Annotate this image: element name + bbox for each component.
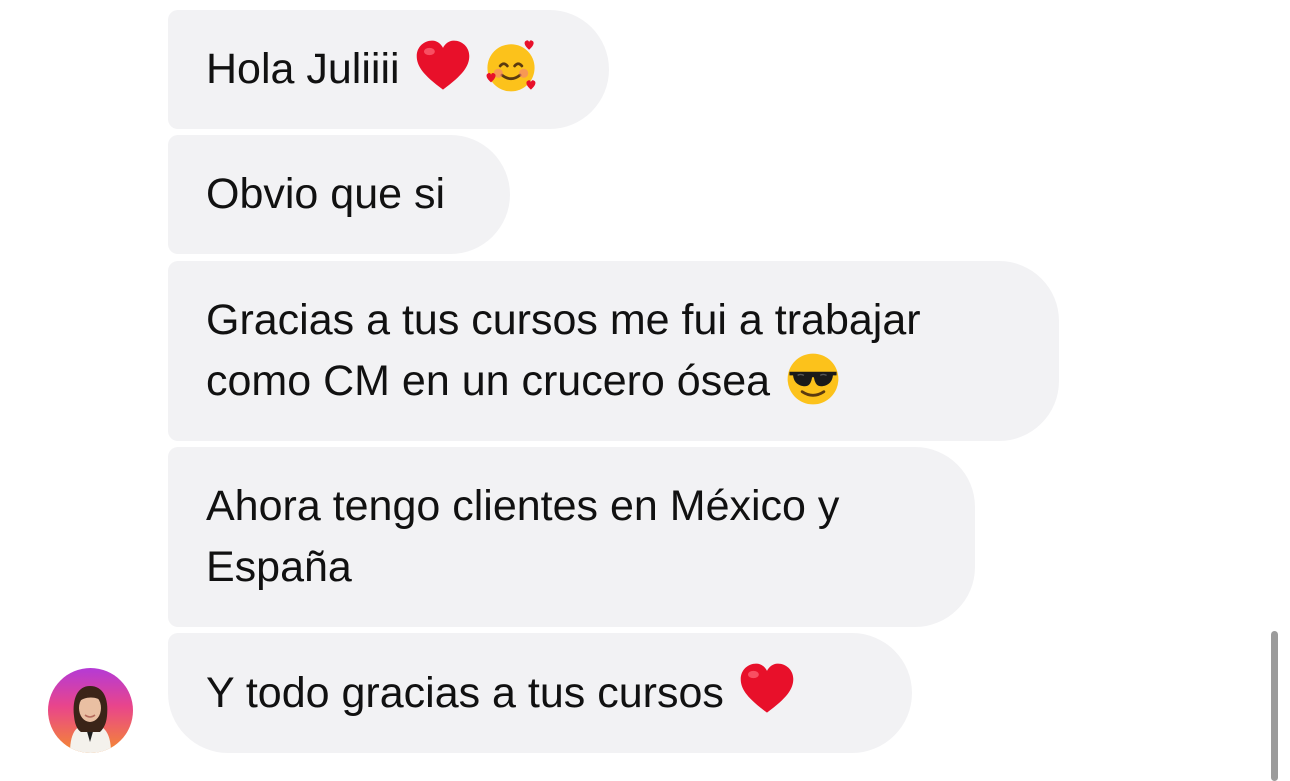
message-bubble[interactable]: Gracias a tus cursos me fui a trabajar c… [168,261,1059,441]
message-bubble[interactable]: Obvio que si [168,135,510,254]
avatar[interactable] [48,668,133,753]
message-bubble[interactable]: Ahora tengo clientes en México y España [168,447,975,627]
message-text: Y todo gracias a tus cursos [206,668,724,717]
scrollbar[interactable] [1271,631,1278,781]
message-bubble[interactable]: Y todo gracias a tus cursos [168,633,912,753]
message-text: Gracias a tus cursos me fui a trabajar c… [206,290,1021,413]
smiling-face-with-hearts-icon [482,37,540,95]
red-heart-icon [738,660,796,718]
red-heart-icon [414,37,472,95]
smiling-face-with-sunglasses-icon [784,350,842,408]
message-text: Obvio que si [206,170,446,218]
message-text: Hola Juliiii [206,45,400,93]
message-bubble[interactable]: Hola Juliiii [168,10,609,129]
chat-thread: Hola Juliiii Obvio que si Gracias a tus … [0,0,1290,781]
message-text: Ahora tengo clientes en México y España [206,482,840,591]
